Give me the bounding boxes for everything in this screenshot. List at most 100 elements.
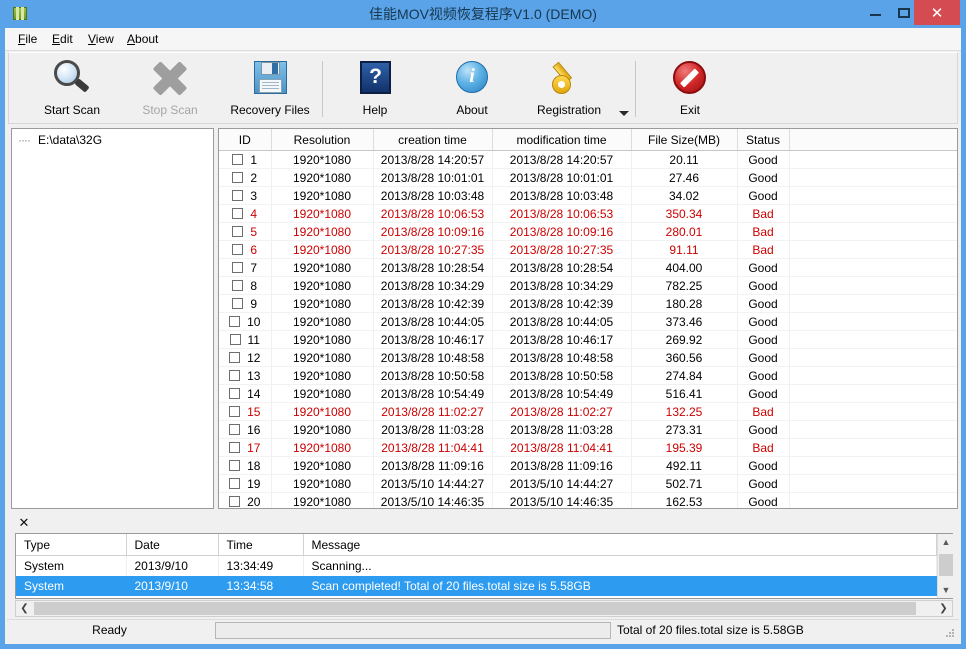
table-row[interactable]: 31920*10802013/8/28 10:03:482013/8/28 10… [219, 187, 957, 205]
table-row[interactable]: 141920*10802013/8/28 10:54:492013/8/28 1… [219, 385, 957, 403]
table-row[interactable]: 11920*10802013/8/28 14:20:572013/8/28 14… [219, 151, 957, 169]
row-checkbox[interactable] [232, 226, 243, 237]
log-column-header-time[interactable]: Time [218, 534, 303, 556]
row-checkbox[interactable] [232, 208, 243, 219]
scroll-down-icon[interactable]: ▼ [938, 582, 954, 598]
resize-grip-icon[interactable] [946, 629, 956, 639]
table-row[interactable]: 51920*10802013/8/28 10:09:162013/8/28 10… [219, 223, 957, 241]
table-row[interactable]: 201920*10802013/5/10 14:46:352013/5/10 1… [219, 493, 957, 510]
table-row[interactable]: 191920*10802013/5/10 14:44:272013/5/10 1… [219, 475, 957, 493]
cell-status: Bad [737, 403, 789, 421]
cell-modification-time: 2013/8/28 14:20:57 [492, 151, 631, 169]
table-row[interactable]: 121920*10802013/8/28 10:48:582013/8/28 1… [219, 349, 957, 367]
table-row[interactable]: 151920*10802013/8/28 11:02:272013/8/28 1… [219, 403, 957, 421]
column-header-status[interactable]: Status [737, 129, 789, 151]
tree-item-drive[interactable]: ····E:\data\32G [18, 133, 102, 147]
cell-resolution: 1920*1080 [271, 385, 373, 403]
tree-item-label: E:\data\32G [38, 133, 102, 147]
row-checkbox[interactable] [232, 190, 243, 201]
log-horizontal-scrollbar[interactable]: ❮ ❯ [15, 600, 953, 617]
row-checkbox[interactable] [229, 460, 240, 471]
scroll-up-icon[interactable]: ▲ [938, 534, 954, 550]
row-checkbox[interactable] [230, 334, 241, 345]
table-row[interactable]: 101920*10802013/8/28 10:44:052013/8/28 1… [219, 313, 957, 331]
row-checkbox[interactable] [229, 370, 240, 381]
cell-id: 8 [219, 277, 271, 295]
toolbar-button-registration[interactable]: Registration [523, 55, 615, 123]
column-header-id[interactable]: ID [219, 129, 271, 151]
log-row[interactable]: System2013/9/1013:34:58Scan completed! T… [16, 576, 936, 596]
cell-id-label: 15 [247, 405, 260, 419]
cell-resolution: 1920*1080 [271, 493, 373, 510]
row-checkbox[interactable] [229, 316, 240, 327]
cell-filler [789, 151, 957, 169]
row-checkbox[interactable] [232, 172, 243, 183]
row-checkbox[interactable] [229, 442, 240, 453]
log-column-header-type[interactable]: Type [16, 534, 126, 556]
column-header-resolution[interactable]: Resolution [271, 129, 373, 151]
scroll-thumb-horizontal[interactable] [34, 602, 916, 615]
row-checkbox[interactable] [229, 496, 240, 507]
log-vertical-scrollbar[interactable]: ▲ ▼ [937, 534, 953, 598]
column-header-filesize[interactable]: File Size(MB) [631, 129, 737, 151]
table-row[interactable]: 111920*10802013/8/28 10:46:172013/8/28 1… [219, 331, 957, 349]
menu-item-about[interactable]: About [122, 31, 163, 48]
cell-creation-time: 2013/8/28 14:20:57 [373, 151, 492, 169]
table-row[interactable]: 131920*10802013/8/28 10:50:582013/8/28 1… [219, 367, 957, 385]
menu-item-file[interactable]: File [13, 31, 42, 48]
row-checkbox[interactable] [232, 154, 243, 165]
row-checkbox[interactable] [232, 298, 243, 309]
cell-id-label: 13 [247, 369, 260, 383]
toolbar-button-about[interactable]: i About [426, 55, 518, 123]
row-checkbox[interactable] [232, 262, 243, 273]
toolbar-button-start-scan[interactable]: Start Scan [26, 55, 118, 123]
row-checkbox[interactable] [229, 406, 240, 417]
row-checkbox[interactable] [229, 388, 240, 399]
scroll-right-icon[interactable]: ❯ [935, 601, 952, 616]
cell-id-label: 8 [250, 279, 257, 293]
close-button[interactable]: ✕ [914, 0, 960, 25]
toolbar-button-help[interactable]: ? Help [329, 55, 421, 123]
log-grid[interactable]: Type Date Time Message System2013/9/1013… [15, 533, 953, 599]
table-row[interactable]: 91920*10802013/8/28 10:42:392013/8/28 10… [219, 295, 957, 313]
table-row[interactable]: 41920*10802013/8/28 10:06:532013/8/28 10… [219, 205, 957, 223]
row-checkbox[interactable] [229, 478, 240, 489]
scroll-thumb-vertical[interactable] [939, 554, 953, 576]
cell-id-label: 7 [250, 261, 257, 275]
chevron-down-icon[interactable] [619, 111, 629, 116]
table-row[interactable]: 21920*10802013/8/28 10:01:012013/8/28 10… [219, 169, 957, 187]
file-list-panel[interactable]: ID Resolution creation time modification… [218, 128, 958, 509]
log-column-header-message[interactable]: Message [303, 534, 936, 556]
toolbar-button-stop-scan[interactable]: Stop Scan [124, 55, 216, 123]
log-close-icon[interactable]: ✕ [16, 515, 32, 531]
menu-item-view[interactable]: View [83, 31, 119, 48]
cell-filler [789, 169, 957, 187]
log-row[interactable]: System2013/9/1013:34:49Scanning... [16, 556, 936, 577]
row-checkbox[interactable] [229, 424, 240, 435]
table-row[interactable]: 181920*10802013/8/28 11:09:162013/8/28 1… [219, 457, 957, 475]
menu-item-edit[interactable]: Edit [47, 31, 78, 48]
cell-filler [789, 367, 957, 385]
cell-resolution: 1920*1080 [271, 205, 373, 223]
log-cell-time: 13:34:58 [218, 576, 303, 596]
column-header-creation[interactable]: creation time [373, 129, 492, 151]
log-column-header-date[interactable]: Date [126, 534, 218, 556]
table-row[interactable]: 61920*10802013/8/28 10:27:352013/8/28 10… [219, 241, 957, 259]
table-row[interactable]: 171920*10802013/8/28 11:04:412013/8/28 1… [219, 439, 957, 457]
table-row[interactable]: 81920*10802013/8/28 10:34:292013/8/28 10… [219, 277, 957, 295]
scroll-left-icon[interactable]: ❮ [16, 601, 33, 616]
cell-id: 11 [219, 331, 271, 349]
toolbar-button-exit[interactable]: Exit [644, 55, 736, 123]
cell-file-size: 34.02 [631, 187, 737, 205]
cell-id-label: 18 [247, 459, 260, 473]
cell-filler [789, 331, 957, 349]
row-checkbox[interactable] [232, 244, 243, 255]
row-checkbox[interactable] [229, 352, 240, 363]
table-row[interactable]: 161920*10802013/8/28 11:03:282013/8/28 1… [219, 421, 957, 439]
row-checkbox[interactable] [232, 280, 243, 291]
cell-filler [789, 313, 957, 331]
toolbar-button-recovery-files[interactable]: Recovery Files [221, 55, 319, 123]
column-header-modification[interactable]: modification time [492, 129, 631, 151]
table-row[interactable]: 71920*10802013/8/28 10:28:542013/8/28 10… [219, 259, 957, 277]
drive-tree-panel[interactable]: ····E:\data\32G [11, 128, 214, 509]
